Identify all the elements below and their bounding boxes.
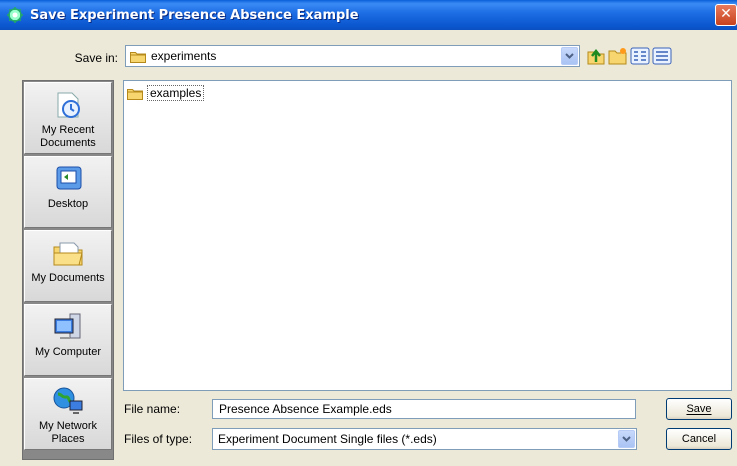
create-new-folder-button[interactable] bbox=[608, 46, 628, 66]
chevron-down-icon bbox=[565, 53, 574, 59]
place-label: My Network Places bbox=[38, 420, 98, 445]
file-toolbar bbox=[586, 46, 672, 66]
places-bar: My Recent Documents Desktop My Documents… bbox=[22, 80, 114, 460]
folder-icon bbox=[130, 51, 146, 63]
place-label: My Computer bbox=[34, 346, 102, 358]
folder-icon bbox=[127, 88, 143, 100]
file-name-label: File name: bbox=[124, 402, 181, 416]
save-button[interactable]: Save bbox=[666, 398, 732, 420]
list-view-button[interactable] bbox=[630, 46, 650, 66]
place-my-recent-documents[interactable]: My Recent Documents bbox=[24, 82, 112, 154]
details-view-icon bbox=[652, 47, 672, 65]
place-my-documents[interactable]: My Documents bbox=[24, 230, 112, 302]
window-title: Save Experiment Presence Absence Example bbox=[30, 7, 359, 23]
place-label: Desktop bbox=[47, 198, 89, 210]
place-desktop[interactable]: Desktop bbox=[24, 156, 112, 228]
save-in-value: experiments bbox=[151, 49, 217, 63]
files-of-type-value: Experiment Document Single files (*.eds) bbox=[218, 432, 437, 446]
up-one-level-button[interactable] bbox=[586, 46, 606, 66]
list-view-icon bbox=[630, 47, 650, 65]
place-my-network-places[interactable]: My Network Places bbox=[24, 378, 112, 450]
network-places-icon bbox=[53, 387, 83, 414]
place-my-computer[interactable]: My Computer bbox=[24, 304, 112, 376]
files-of-type-dropdown-button[interactable] bbox=[618, 430, 635, 448]
title-bar: Save Experiment Presence Absence Example… bbox=[0, 0, 737, 30]
close-button[interactable]: ✕ bbox=[715, 4, 737, 26]
save-in-label: Save in: bbox=[74, 51, 118, 65]
create-new-folder-icon bbox=[608, 48, 627, 65]
up-one-level-icon bbox=[587, 48, 605, 65]
list-item[interactable]: examples bbox=[127, 85, 205, 101]
save-button-label: Save bbox=[686, 403, 712, 415]
recent-documents-icon bbox=[57, 92, 80, 118]
files-of-type-label: Files of type: bbox=[124, 432, 193, 446]
save-in-dropdown-button[interactable] bbox=[561, 47, 578, 65]
file-name-text: examples bbox=[147, 85, 205, 101]
cancel-button[interactable]: Cancel bbox=[666, 428, 732, 450]
place-label: My Documents bbox=[31, 272, 105, 284]
app-icon bbox=[7, 7, 23, 23]
chevron-down-icon bbox=[622, 436, 631, 442]
place-label: My Recent Documents bbox=[40, 124, 96, 149]
file-list[interactable]: examples bbox=[123, 80, 732, 391]
save-in-combo[interactable]: experiments bbox=[125, 45, 580, 67]
desktop-icon bbox=[56, 166, 82, 190]
file-name-field[interactable] bbox=[212, 399, 636, 419]
files-of-type-combo[interactable]: Experiment Document Single files (*.eds) bbox=[212, 428, 637, 450]
my-documents-icon bbox=[53, 242, 83, 266]
details-view-button[interactable] bbox=[652, 46, 672, 66]
my-computer-icon bbox=[54, 313, 81, 339]
